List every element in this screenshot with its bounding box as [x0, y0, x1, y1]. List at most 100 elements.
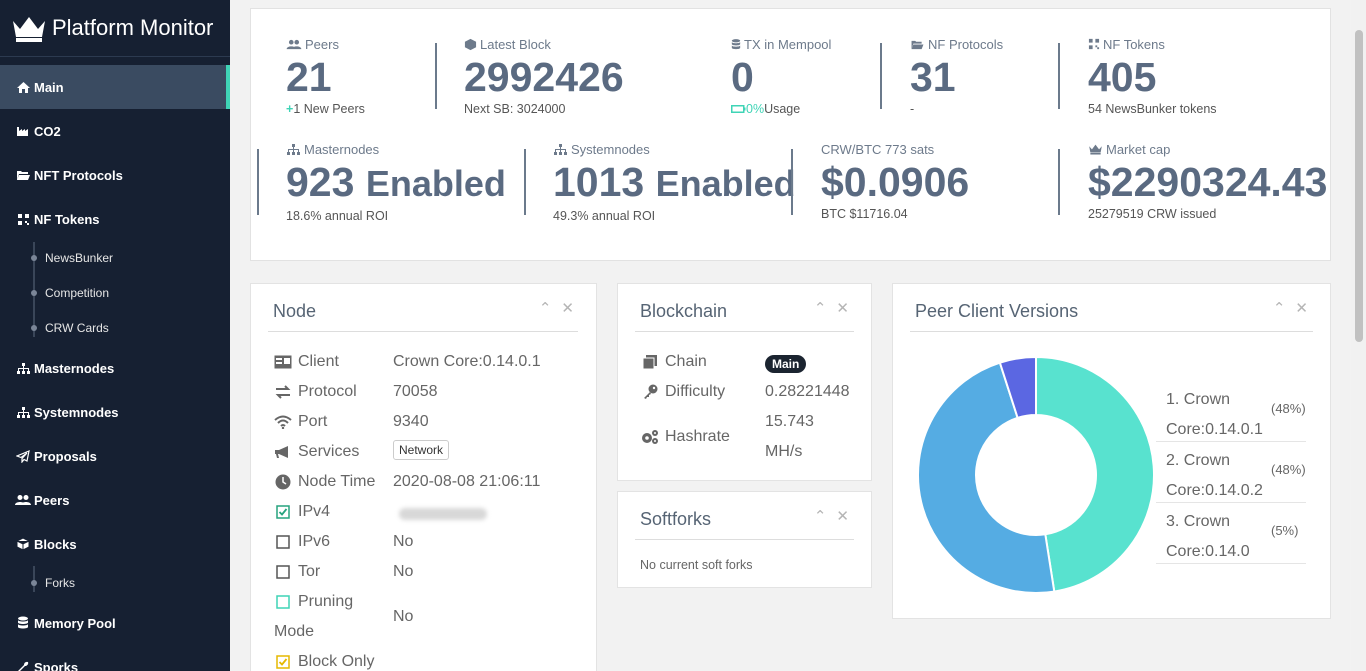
- brand[interactable]: Platform Monitor: [0, 0, 230, 57]
- node-row-tor: Tor: [274, 563, 320, 581]
- stat-masternodes: Masternodes 923 Enabled 18.6% annual ROI: [286, 141, 506, 224]
- sitemap-icon: [15, 361, 31, 375]
- sidebar-item-label: Proposals: [34, 448, 97, 464]
- sitemap-icon: [15, 405, 31, 419]
- wrench-icon: [15, 660, 31, 671]
- panel-divider: [910, 331, 1313, 332]
- sitemap-icon: [554, 143, 567, 155]
- stat-nf-protocols: NF Protocols 31 -: [910, 36, 1003, 117]
- database-icon: [731, 38, 741, 49]
- node-value: 70058: [393, 383, 438, 400]
- sidebar-subitem-label: Forks: [45, 575, 75, 590]
- blockchain-value: 15.743: [765, 413, 814, 430]
- database-icon: [15, 616, 31, 630]
- sidebar-subitem-crw-cards[interactable]: CRW Cards: [0, 310, 230, 345]
- cogs-icon: [642, 430, 658, 444]
- stat-value: $2290324.43: [1088, 159, 1328, 205]
- node-row-port: Port: [274, 413, 327, 431]
- collapse-icon[interactable]: ⌃: [814, 507, 827, 525]
- id-card-icon: [274, 355, 292, 369]
- folder-open-icon: [15, 168, 31, 182]
- sidebar-item-label: NFT Protocols: [34, 167, 123, 183]
- users-icon: [15, 493, 31, 507]
- legend-item[interactable]: 3. Crown Core:0.14.0 (5%): [1156, 503, 1306, 564]
- close-icon[interactable]: ✕: [836, 507, 849, 525]
- sidebar-item-label: Peers: [34, 492, 70, 508]
- collapse-icon[interactable]: ⌃: [539, 299, 552, 317]
- legend-pct: (5%): [1271, 523, 1299, 538]
- checkbox-checked-icon: [276, 505, 290, 519]
- industry-icon: [15, 124, 31, 138]
- legend-pct: (48%): [1271, 462, 1306, 477]
- page-scrollbar[interactable]: [1351, 0, 1366, 671]
- node-value: No: [393, 533, 414, 550]
- stat-label: Systemnodes: [571, 141, 650, 157]
- node-value: No: [393, 608, 414, 625]
- divider: [880, 43, 882, 109]
- stat-nf-tokens: NF Tokens 405 54 NewsBunker tokens: [1088, 36, 1217, 117]
- node-panel: Node ⌃ ✕ Client Crown Core:0.14.0.1 Proto…: [250, 283, 597, 671]
- checkbox-checked-icon: [276, 655, 290, 669]
- stat-label: Masternodes: [304, 141, 380, 157]
- sidebar-subitem-label: NewsBunker: [45, 250, 114, 265]
- stat-label: Latest Block: [480, 36, 551, 52]
- clone-icon: [642, 355, 657, 370]
- scrollbar-thumb[interactable]: [1355, 30, 1363, 342]
- sidebar-item-proposals[interactable]: Proposals: [0, 434, 230, 478]
- stat-sub: Usage: [764, 102, 801, 116]
- close-icon[interactable]: ✕: [1295, 299, 1308, 317]
- node-row-block-only: Block Only: [274, 653, 374, 671]
- qrcode-icon: [15, 212, 31, 226]
- sitemap-icon: [287, 143, 300, 155]
- sidebar-item-main[interactable]: Main: [0, 65, 230, 109]
- collapse-icon[interactable]: ⌃: [1273, 299, 1286, 317]
- sidebar-subitem-competition[interactable]: Competition: [0, 275, 230, 310]
- node-key: Tor: [298, 563, 321, 580]
- sidebar-item-masternodes[interactable]: Masternodes: [0, 346, 230, 390]
- sidebar-item-label: CO2: [34, 123, 61, 139]
- sidebar-item-label: Masternodes: [34, 360, 115, 376]
- legend-item[interactable]: 2. Crown Core:0.14.0.2 (48%): [1156, 442, 1306, 503]
- peer-versions-donut-chart: [917, 355, 1155, 594]
- node-row-ipv6: IPv6: [274, 533, 330, 551]
- collapse-icon[interactable]: ⌃: [814, 299, 827, 317]
- legend-item[interactable]: 1. Crown Core:0.14.0.1 (48%): [1156, 381, 1306, 442]
- stat-value: 0: [731, 54, 754, 100]
- legend-label: 2. Crown: [1166, 452, 1231, 469]
- stat-price: CRW/BTC 773 sats $0.0906 BTC $11716.04: [821, 141, 970, 222]
- close-icon[interactable]: ✕: [561, 299, 574, 317]
- stat-label: NF Tokens: [1103, 36, 1165, 52]
- home-icon: [15, 80, 31, 94]
- donut-slice-1[interactable]: [1035, 355, 1155, 593]
- sidebar-item-label: Sporks: [34, 659, 79, 671]
- stat-value: $0.0906: [821, 159, 970, 205]
- stat-sub: 54 NewsBunker tokens: [1088, 102, 1217, 116]
- legend-label: 1. Crown: [1166, 391, 1231, 408]
- blockchain-panel: Blockchain ⌃ ✕ Chain Main Difficulty 0.28…: [617, 283, 872, 481]
- stat-sub: Next SB: 3024000: [464, 102, 566, 116]
- node-key: Port: [298, 413, 328, 430]
- blockchain-row-hashrate: Hashrate: [641, 428, 730, 446]
- node-key: IPv6: [298, 533, 331, 550]
- sidebar-item-peers[interactable]: Peers: [0, 478, 230, 522]
- legend-label: Core:0.14.0.2: [1166, 482, 1263, 499]
- panel-title: Softforks: [640, 509, 712, 529]
- panel-title: Blockchain: [640, 301, 728, 321]
- sidebar-subitem-forks[interactable]: Forks: [0, 565, 230, 600]
- blockchain-row-chain: Chain: [641, 353, 707, 371]
- sidebar-item-co2[interactable]: CO2: [0, 109, 230, 153]
- sidebar-item-nf-tokens[interactable]: NF Tokens: [0, 197, 230, 241]
- sidebar-item-nft-protocols[interactable]: NFT Protocols: [0, 153, 230, 197]
- node-key: IPv4: [298, 503, 331, 520]
- blockchain-key: Difficulty: [665, 383, 726, 400]
- sidebar-item-systemnodes[interactable]: Systemnodes: [0, 390, 230, 434]
- legend-label: Core:0.14.0.1: [1166, 421, 1263, 438]
- sidebar-item-memory-pool[interactable]: Memory Pool: [0, 601, 230, 645]
- sidebar-item-blocks[interactable]: Blocks: [0, 522, 230, 566]
- crown-icon: [1089, 144, 1102, 155]
- peer-versions-panel: Peer Client Versions ⌃ ✕ 1. Crown Core:0.1…: [892, 283, 1331, 619]
- sidebar-subitem-newsbunker[interactable]: NewsBunker: [0, 240, 230, 275]
- stat-latest-block: Latest Block 2992426 Next SB: 3024000: [464, 36, 624, 117]
- sidebar-item-sporks[interactable]: Sporks: [0, 645, 230, 671]
- close-icon[interactable]: ✕: [836, 299, 849, 317]
